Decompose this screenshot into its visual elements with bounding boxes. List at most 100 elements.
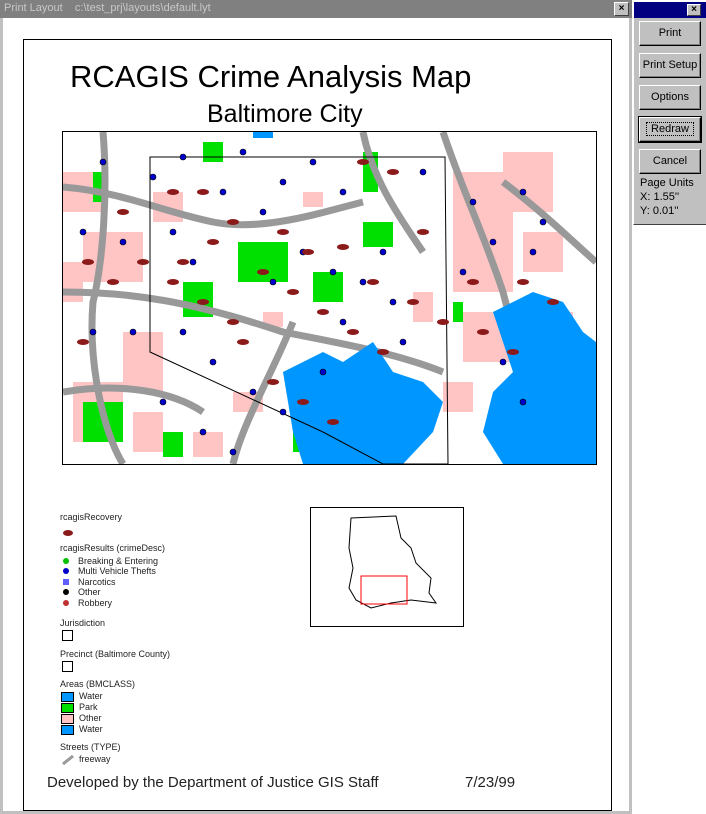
recovery-marker bbox=[77, 339, 89, 345]
recovery-marker bbox=[302, 249, 314, 255]
recovery-marker bbox=[117, 209, 129, 215]
options-button[interactable]: Options bbox=[639, 85, 701, 110]
crime-incident-dot bbox=[179, 153, 187, 161]
legend-precinct-label: Precinct (Baltimore County) bbox=[60, 649, 171, 659]
recovery-marker bbox=[277, 229, 289, 235]
recovery-marker bbox=[167, 189, 179, 195]
recovery-marker bbox=[317, 309, 329, 315]
crime-incident-dot bbox=[339, 188, 347, 196]
crime-incident-dot bbox=[359, 278, 367, 286]
recovery-marker bbox=[347, 329, 359, 335]
panel-close-button[interactable]: × bbox=[687, 4, 701, 16]
crime-incident-dot bbox=[469, 198, 477, 206]
recovery-marker bbox=[467, 279, 479, 285]
legend-results-label: rcagisResults (crimeDesc) bbox=[60, 543, 166, 553]
recovery-marker bbox=[137, 259, 149, 265]
breaking-entering-dot-icon bbox=[63, 558, 69, 564]
crime-incident-dot bbox=[519, 188, 527, 196]
crime-incident-dot bbox=[89, 328, 97, 336]
page-units-x: X: 1.55'' bbox=[640, 191, 680, 203]
narcotics-square-icon bbox=[63, 579, 69, 585]
freeway-line-icon bbox=[62, 755, 74, 765]
recovery-marker bbox=[327, 419, 339, 425]
legend-streets-label: Streets (TYPE) bbox=[60, 742, 121, 752]
window-titlebar[interactable]: Print Layout c:\test_prj\layouts\default… bbox=[0, 0, 632, 18]
legend-result-item: Other bbox=[78, 587, 101, 597]
recovery-marker bbox=[207, 239, 219, 245]
legend-area-item: Water bbox=[79, 691, 103, 701]
crime-incident-dot bbox=[129, 328, 137, 336]
main-map[interactable] bbox=[62, 131, 597, 465]
legend-result-item: Breaking & Entering bbox=[78, 556, 159, 566]
crime-incident-dot bbox=[79, 228, 87, 236]
page-units-y: Y: 0.01'' bbox=[640, 205, 679, 217]
recovery-marker bbox=[507, 349, 519, 355]
crime-incident-dot bbox=[419, 168, 427, 176]
recovery-marker bbox=[227, 319, 239, 325]
precinct-box-icon bbox=[62, 661, 73, 672]
recovery-marker bbox=[107, 279, 119, 285]
other-dot-icon bbox=[63, 589, 69, 595]
crime-incident-dot bbox=[399, 338, 407, 346]
redraw-button[interactable]: Redraw bbox=[638, 116, 702, 143]
robbery-dot-icon bbox=[63, 600, 69, 606]
legend-area-item: Water bbox=[79, 724, 103, 734]
park-swatch-icon bbox=[61, 703, 74, 713]
recovery-marker bbox=[377, 349, 389, 355]
print-setup-button[interactable]: Print Setup bbox=[639, 53, 701, 78]
inset-map[interactable] bbox=[310, 507, 464, 627]
legend-result-item: Multi Vehicle Thefts bbox=[78, 566, 156, 576]
recovery-marker bbox=[237, 339, 249, 345]
recovery-marker bbox=[437, 319, 449, 325]
legend-area-item: Park bbox=[79, 702, 98, 712]
crime-incident-dot bbox=[519, 398, 527, 406]
recovery-marker bbox=[197, 299, 209, 305]
crime-incident-dot bbox=[459, 268, 467, 276]
crime-incident-dot bbox=[249, 388, 257, 396]
crime-incident-dot bbox=[219, 188, 227, 196]
print-control-panel: × Print Print Setup Options Redraw Cance… bbox=[633, 1, 706, 225]
crime-incident-dot bbox=[489, 238, 497, 246]
window-close-button[interactable]: × bbox=[614, 2, 629, 16]
recovery-marker bbox=[417, 229, 429, 235]
crime-incident-dot bbox=[269, 278, 277, 286]
water-swatch-icon bbox=[61, 692, 74, 702]
recovery-marker bbox=[267, 379, 279, 385]
recovery-icon bbox=[63, 530, 73, 536]
crime-incident-dot bbox=[499, 358, 507, 366]
inset-graphic bbox=[348, 515, 438, 609]
water-swatch-icon bbox=[61, 725, 74, 735]
footer-date: 7/23/99 bbox=[465, 774, 516, 791]
recovery-marker bbox=[287, 289, 299, 295]
crime-incident-dot bbox=[189, 258, 197, 266]
crime-incident-dot bbox=[379, 248, 387, 256]
recovery-marker bbox=[477, 329, 489, 335]
recovery-marker bbox=[337, 244, 349, 250]
legend-jurisdiction-label: Jurisdiction bbox=[60, 618, 106, 628]
crime-incident-dot bbox=[259, 208, 267, 216]
crime-incident-dot bbox=[159, 398, 167, 406]
recovery-marker bbox=[357, 159, 369, 165]
recovery-marker bbox=[82, 259, 94, 265]
footer-credit: Developed by the Department of Justice G… bbox=[47, 774, 379, 791]
window-border-right bbox=[629, 18, 632, 814]
other-swatch-icon bbox=[61, 714, 74, 724]
panel-titlebar[interactable]: × bbox=[634, 2, 706, 18]
recovery-marker bbox=[227, 219, 239, 225]
crime-incident-dot bbox=[529, 248, 537, 256]
crime-incident-dot bbox=[329, 268, 337, 276]
crime-incident-dot bbox=[169, 228, 177, 236]
legend-recovery-label: rcagisRecovery bbox=[60, 512, 123, 522]
crime-incident-dot bbox=[149, 173, 157, 181]
crime-incident-dot bbox=[209, 358, 217, 366]
window-border-left bbox=[0, 18, 3, 814]
vehicle-theft-dot-icon bbox=[63, 568, 69, 574]
crime-incident-dot bbox=[539, 218, 547, 226]
legend-result-item: Robbery bbox=[78, 598, 113, 608]
crime-incident-dot bbox=[279, 178, 287, 186]
recovery-marker bbox=[367, 279, 379, 285]
cancel-button[interactable]: Cancel bbox=[639, 149, 701, 174]
print-button[interactable]: Print bbox=[639, 21, 701, 46]
map-title: RCAGIS Crime Analysis Map bbox=[70, 59, 472, 94]
crime-incident-dot bbox=[309, 158, 317, 166]
